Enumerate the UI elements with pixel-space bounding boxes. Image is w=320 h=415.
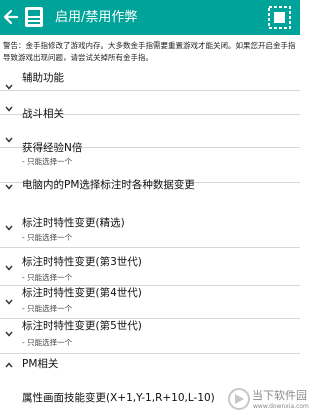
chevron-down-icon bbox=[5, 225, 13, 231]
chevron-down-icon bbox=[5, 265, 13, 271]
cheat-group-title: 标注时特性变更(第3世代) bbox=[22, 256, 142, 268]
chevron-down-icon bbox=[5, 184, 13, 190]
cheat-group-subtitle: - 只能选择一个 bbox=[22, 338, 73, 347]
cheat-group-row[interactable]: 标注时特性变更(第5世代) - 只能选择一个 bbox=[0, 319, 300, 354]
cheat-group-row[interactable]: 标注时特性变更(精选) - 只能选择一个 bbox=[0, 211, 300, 248]
cheat-group-title: 标注时特性变更(精选) bbox=[22, 217, 125, 229]
chevron-down-icon bbox=[5, 299, 13, 305]
chevron-down-icon bbox=[5, 331, 13, 337]
cheat-group-title: 标注时特性变更(第5世代) bbox=[22, 320, 142, 332]
cheat-group-row[interactable]: 战斗相关 bbox=[0, 91, 300, 120]
warning-text: 警告：金手指修改了游戏内存。大多数金手指需要重置游戏才能关闭。如果您开启金手指导… bbox=[3, 41, 296, 62]
cheat-group-subtitle: - 只能选择一个 bbox=[22, 233, 73, 242]
page-title: 启用/禁用作弊 bbox=[55, 10, 138, 25]
cheat-group-row[interactable]: 辅助功能 bbox=[0, 67, 300, 91]
chevron-down-icon bbox=[5, 137, 13, 143]
chevron-up-icon bbox=[5, 362, 13, 368]
app-bar: 启用/禁用作弊 bbox=[0, 0, 300, 35]
cheat-group-subtitle: - 只能选择一个 bbox=[22, 304, 73, 313]
cheat-group-row[interactable]: 标注时特性变更(第3世代) - 只能选择一个 bbox=[0, 248, 300, 286]
chevron-down-icon bbox=[5, 84, 13, 90]
cheat-group-row[interactable]: 获得经验N倍 - 只能选择一个 bbox=[0, 115, 300, 166]
cheat-group-row-expanded[interactable]: PM相关 bbox=[0, 354, 300, 376]
back-arrow-icon[interactable] bbox=[3, 8, 19, 26]
cheat-group-title: 电脑内的PM选择标注时各种数据变更 bbox=[22, 179, 195, 191]
cheat-group-title: 辅助功能 bbox=[22, 72, 64, 84]
app-icon bbox=[25, 7, 43, 27]
cheat-group-title: PM相关 bbox=[22, 358, 59, 370]
cheat-group-subtitle: - 只能选择一个 bbox=[22, 273, 73, 282]
watermark-url: www.downxia.com bbox=[253, 403, 309, 410]
cheat-group-row[interactable]: 电脑内的PM选择标注时各种数据变更 bbox=[0, 148, 300, 191]
chevron-down-icon bbox=[5, 106, 13, 112]
cheat-item-title: 属性画面技能变更(X+1,Y-1,R+10,L-10) bbox=[22, 392, 215, 404]
cheat-group-title: 标注时特性变更(第4世代) bbox=[22, 287, 142, 299]
cheat-group-row[interactable]: 标注时特性变更(第4世代) - 只能选择一个 bbox=[0, 286, 300, 319]
select-all-icon[interactable] bbox=[267, 5, 292, 30]
watermark-text: 当下软件园 bbox=[252, 389, 307, 402]
